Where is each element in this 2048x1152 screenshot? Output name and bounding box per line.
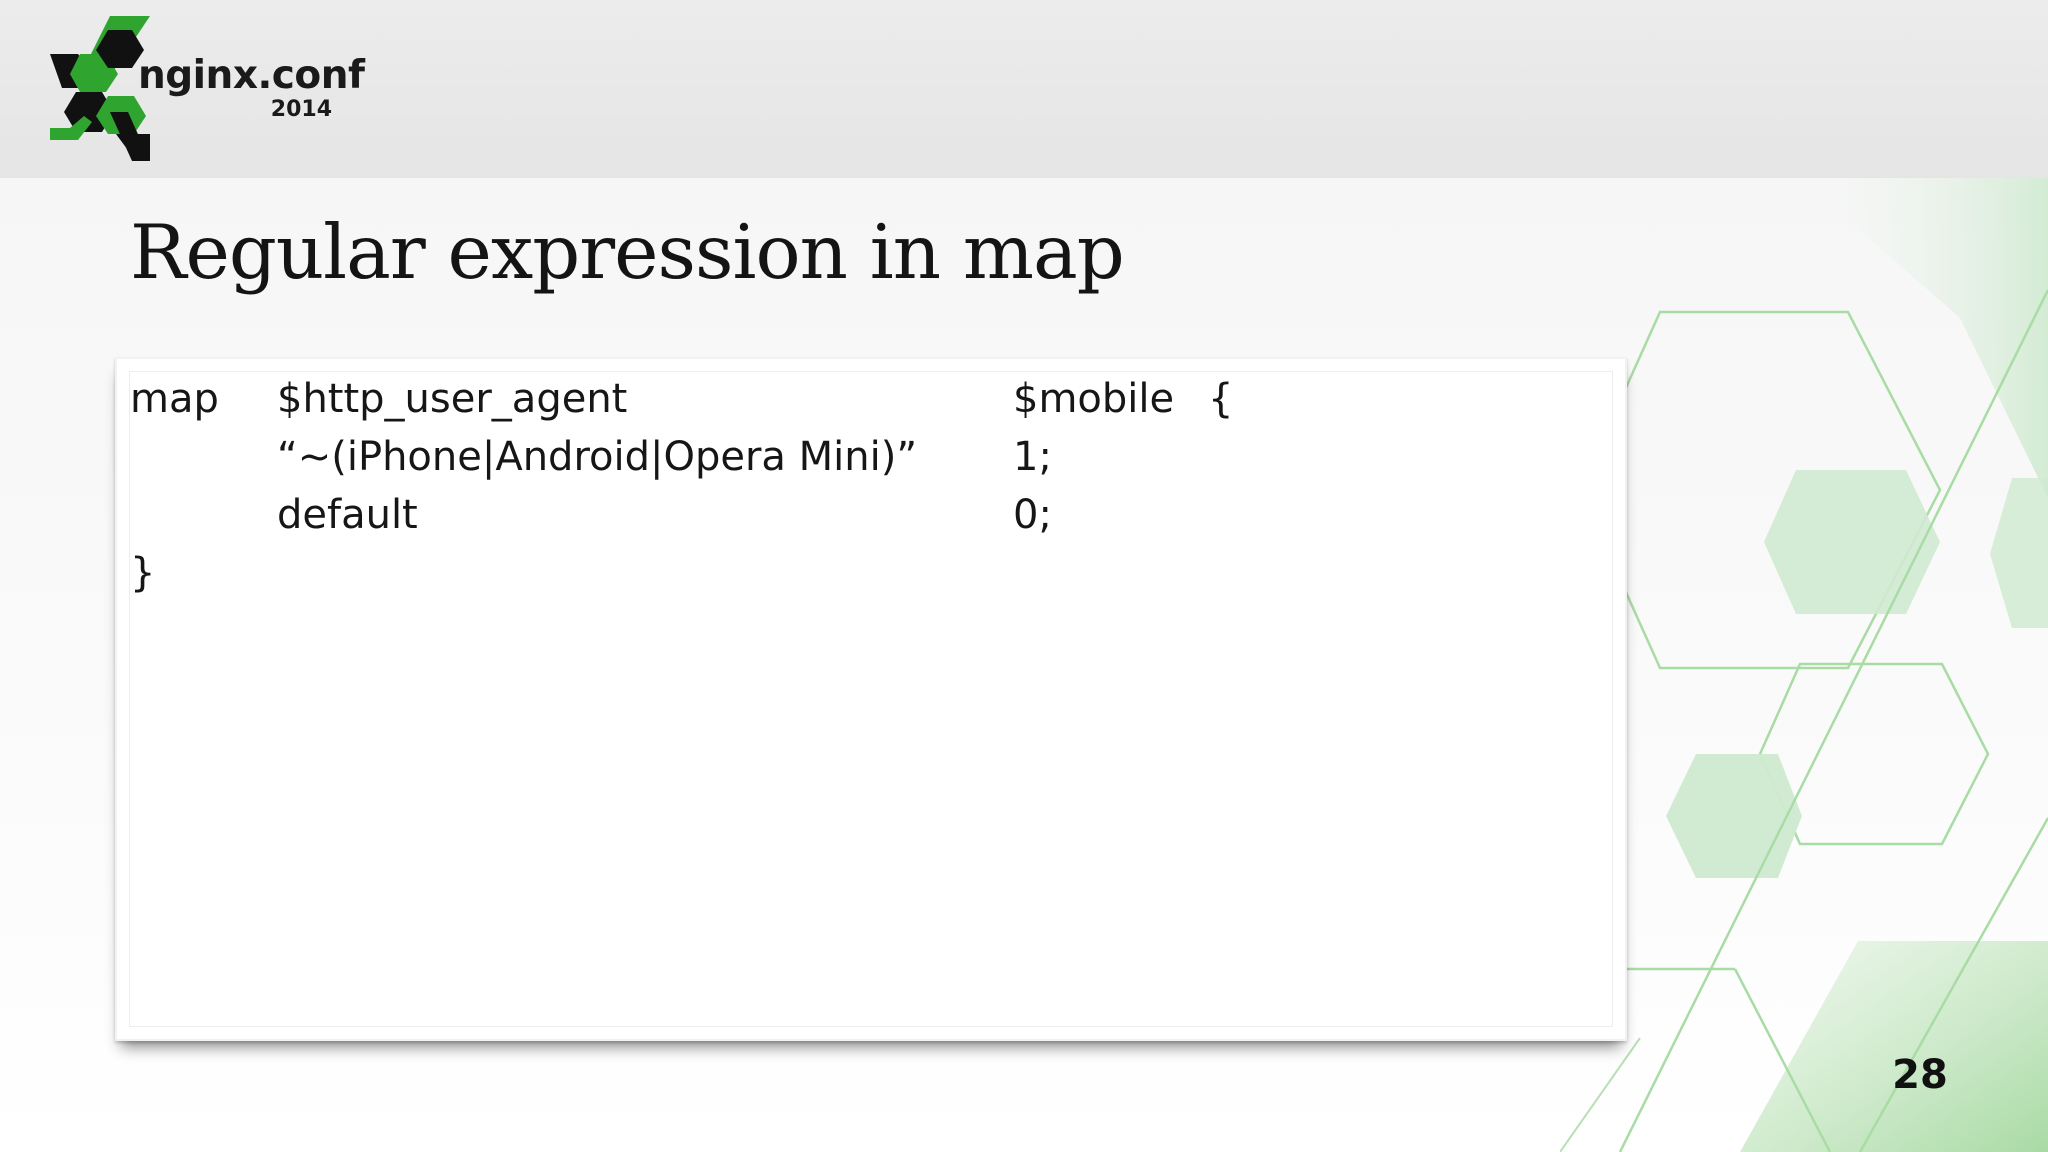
- code-token: {: [1208, 376, 1234, 422]
- nginx-conf-logo: nginx.conf 2014: [50, 16, 365, 161]
- code-token: $mobile: [1013, 376, 1175, 422]
- code-token: 0;: [1013, 492, 1052, 538]
- slide: nginx.conf 2014 Regular expression in ma…: [0, 0, 2048, 1152]
- code-token: }: [130, 550, 156, 596]
- code-token: default: [277, 492, 418, 538]
- page-number: 28: [1892, 1052, 1948, 1098]
- code-token: map: [130, 376, 219, 422]
- slide-title: Regular expression in map: [130, 208, 1125, 296]
- code-token: “~(iPhone|Android|Opera Mini)”: [277, 434, 918, 480]
- hexagon-decoration: [1560, 178, 2048, 1152]
- logo-name: nginx.conf: [138, 53, 365, 98]
- logo-year: 2014: [270, 97, 332, 122]
- code-token: $http_user_agent: [277, 376, 628, 422]
- logo-text: nginx.conf 2014: [138, 53, 365, 122]
- code-token: 1;: [1013, 434, 1052, 480]
- header-band: nginx.conf 2014: [0, 0, 2048, 178]
